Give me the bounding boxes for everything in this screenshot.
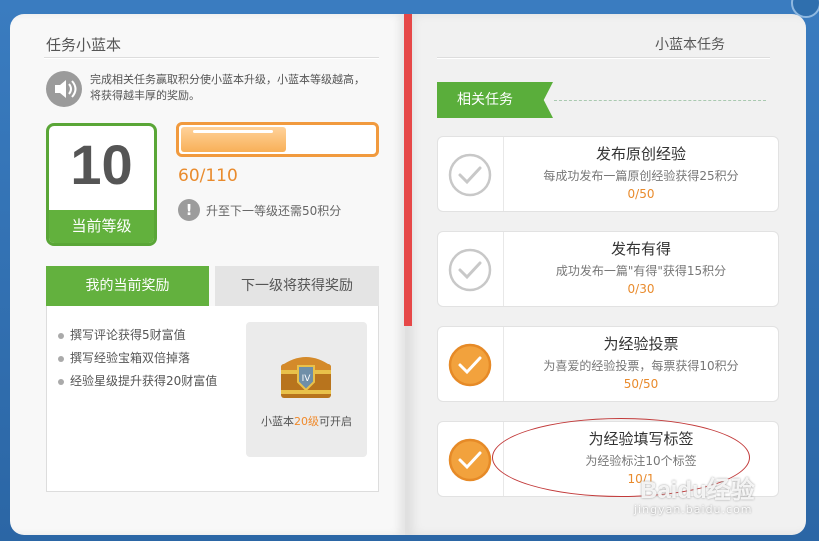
chest-caption-level: 20级 [294, 415, 319, 428]
task-description: 每成功发布一篇原创经验获得25积分 [543, 169, 739, 183]
task-title: 发布原创经验 [595, 145, 686, 163]
baidu-watermark: Baidu经验 [640, 477, 755, 504]
checkmark-complete-icon [448, 343, 492, 387]
ribbon-dashed-line [554, 100, 766, 101]
title-divider [44, 57, 379, 59]
checkmark-complete-icon [448, 438, 492, 482]
level-number: 10 [70, 133, 133, 196]
task-body: 发布有得成功发布一篇"有得"获得15积分 0/30 [504, 232, 778, 296]
watermark-url: jingyan.baidu.com [634, 503, 753, 516]
task-card[interactable]: 发布原创经验每成功发布一篇原创经验获得25积分 0/50 [437, 136, 779, 212]
task-body: 发布原创经验每成功发布一篇原创经验获得25积分 0/50 [504, 137, 778, 201]
checkmark-pending-icon [448, 248, 492, 292]
red-bookmark [404, 14, 412, 326]
task-body: 为经验投票为喜爱的经验投票，每票获得10积分 50/50 [504, 327, 778, 391]
left-page-title: 任务小蓝本 [46, 36, 122, 54]
svg-text:IV: IV [302, 374, 312, 384]
progress-value: 60/110 [178, 166, 238, 186]
title-divider [437, 57, 770, 59]
chest-unlock-caption: 小蓝本20级可开启 [246, 413, 367, 429]
task-card[interactable]: 发布有得成功发布一篇"有得"获得15积分 0/30 [437, 231, 779, 307]
task-title: 发布有得 [610, 240, 671, 258]
level-progress-bar [176, 122, 379, 157]
task-progress: 0/50 [627, 187, 655, 201]
current-level-badge: 10 当前等级 [46, 123, 157, 246]
related-tasks-ribbon: 相关任务 [437, 82, 553, 118]
exclamation-icon: ! [178, 199, 200, 221]
next-level-hint: 升至下一等级还需50积分 [206, 204, 342, 218]
tab-next-rewards[interactable]: 下一级将获得奖励 [215, 266, 379, 306]
tab-current-rewards[interactable]: 我的当前奖励 [46, 266, 209, 306]
task-description: 为喜爱的经验投票，每票获得10积分 [543, 359, 739, 373]
task-status [438, 137, 504, 211]
list-item: 撰写经验宝箱双倍掉落 [58, 347, 233, 370]
task-title: 为经验投票 [603, 335, 679, 353]
chest-caption-after: 可开启 [319, 415, 352, 428]
task-card[interactable]: 为经验投票为喜爱的经验投票，每票获得10积分 50/50 [437, 326, 779, 402]
level-description: 完成相关任务赢取积分使小蓝本升级，小蓝本等级越高，将获得越丰厚的奖励。 [90, 73, 365, 102]
right-page-title: 小蓝本任务 [655, 37, 725, 53]
task-status [438, 232, 504, 306]
level-label: 当前等级 [49, 210, 154, 243]
task-status [438, 327, 504, 401]
task-progress: 50/50 [623, 377, 659, 391]
checkmark-pending-icon [448, 153, 492, 197]
treasure-chest-icon: IV [277, 350, 335, 400]
progress-gloss [193, 130, 273, 133]
chest-caption-before: 小蓝本 [261, 415, 294, 428]
speaker-icon [46, 71, 82, 107]
task-progress: 0/30 [627, 282, 655, 296]
list-item: 撰写评论获得5财富值 [58, 324, 233, 347]
reward-list: 撰写评论获得5财富值 撰写经验宝箱双倍掉落 经验星级提升获得20财富值 [58, 324, 233, 393]
list-item: 经验星级提升获得20财富值 [58, 370, 233, 393]
task-description: 成功发布一篇"有得"获得15积分 [555, 264, 727, 278]
